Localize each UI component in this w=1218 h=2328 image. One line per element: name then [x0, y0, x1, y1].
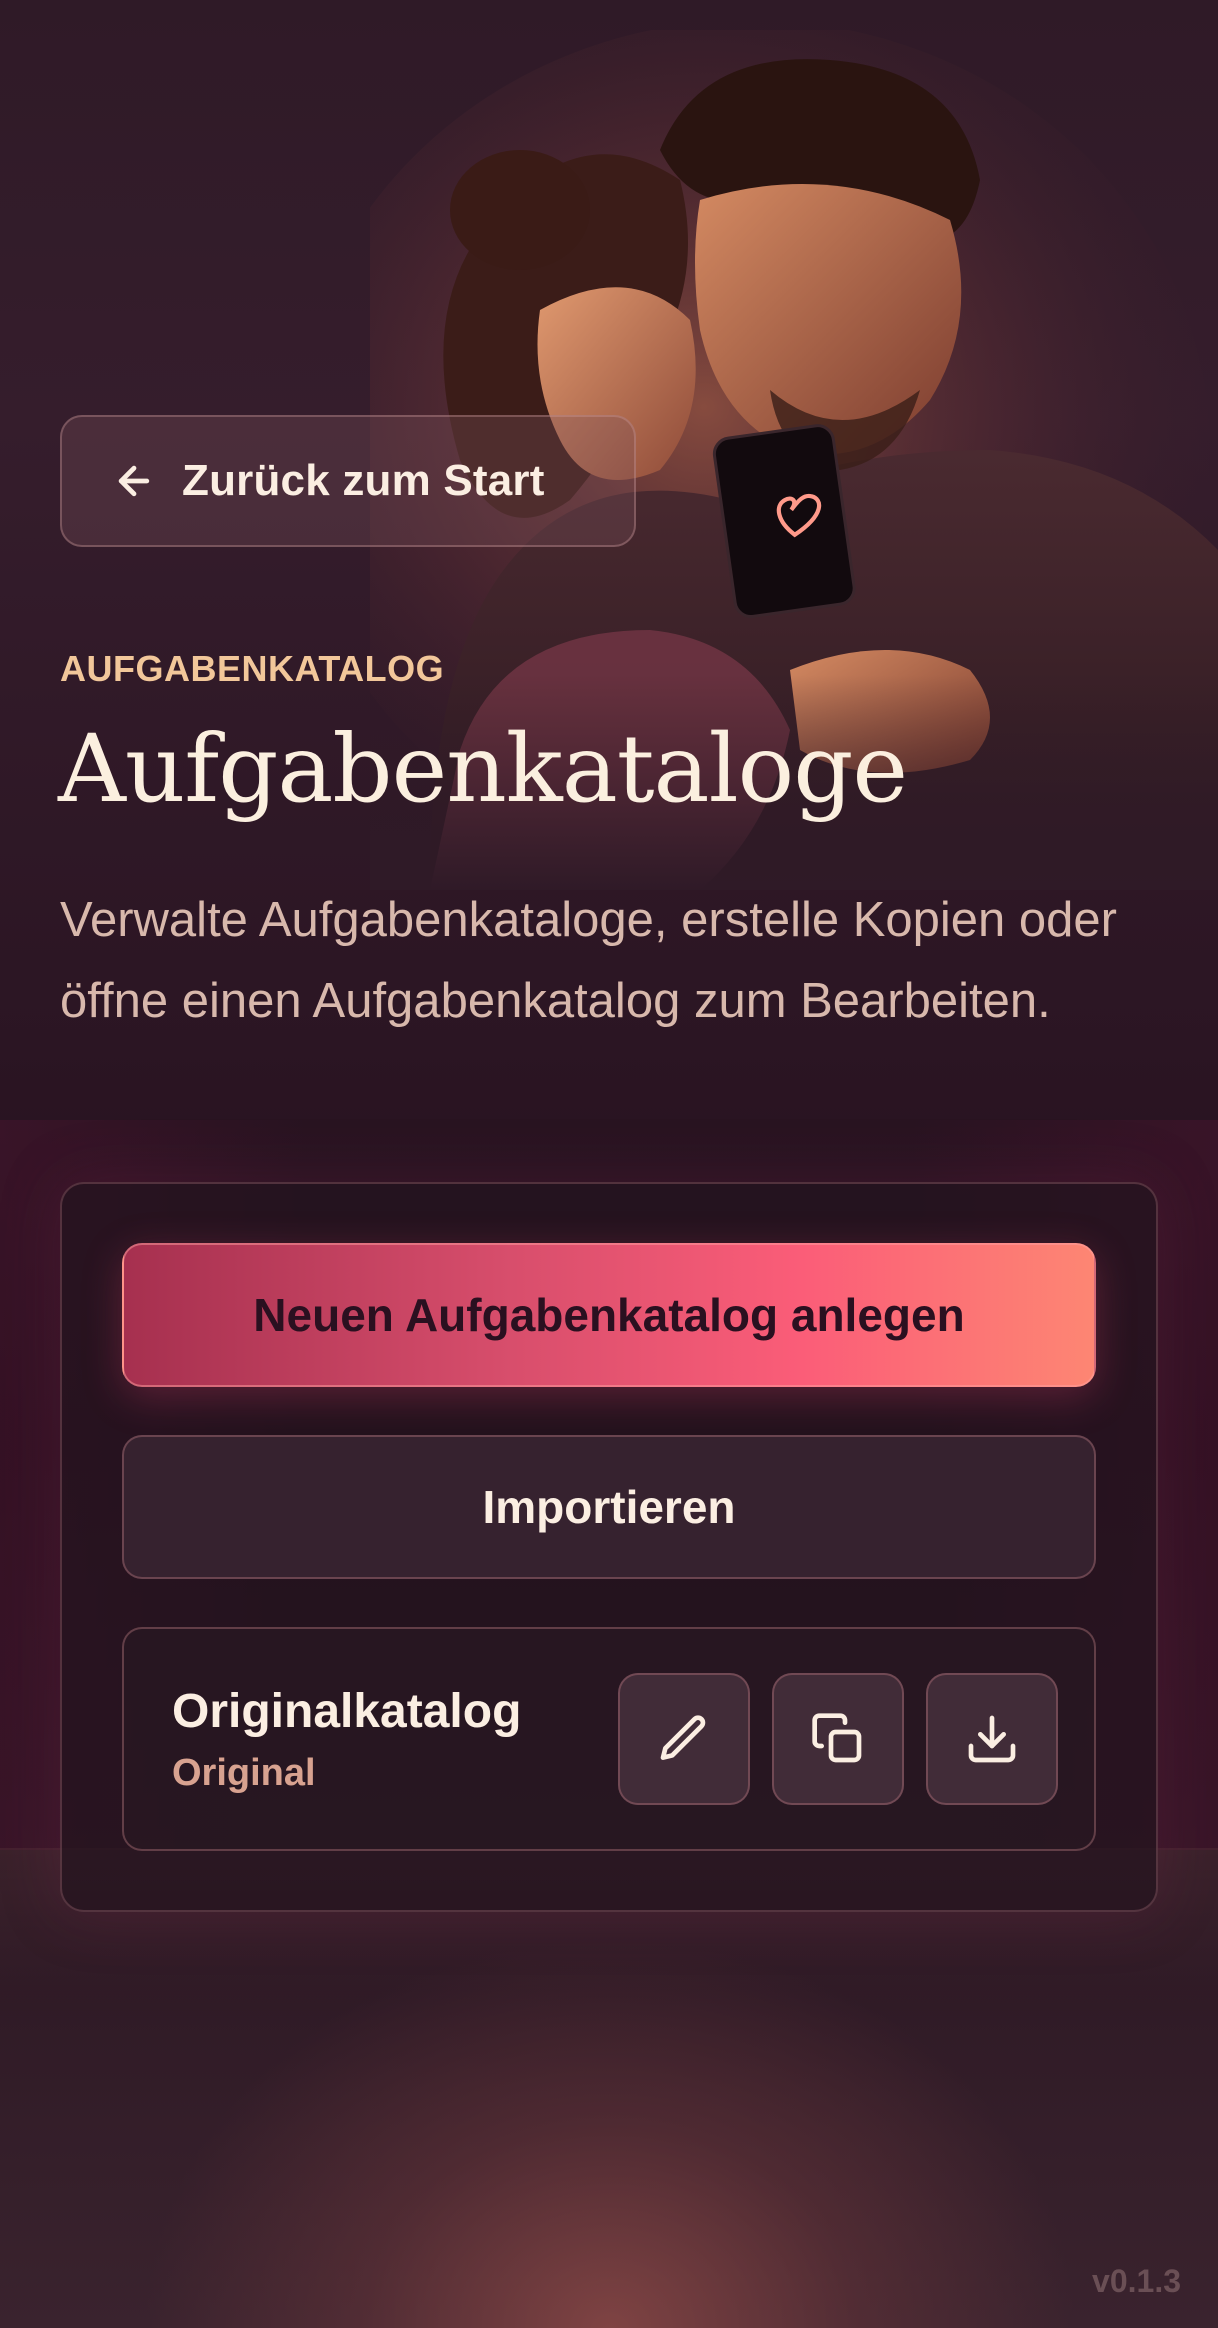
page-title: Aufgabenkataloge [58, 715, 908, 824]
section-eyebrow: AUFGABENKATALOG [60, 648, 445, 689]
download-icon [968, 1715, 1016, 1763]
export-catalog-button[interactable] [926, 1673, 1058, 1805]
back-to-start-button[interactable]: Zurück zum Start [60, 415, 636, 547]
edit-catalog-button[interactable] [618, 1673, 750, 1805]
app-version: v0.1.3 [1092, 2263, 1181, 2299]
catalog-name: Originalkatalog [172, 1685, 522, 1738]
background-floor-glow [0, 1848, 1218, 2328]
copy-icon [812, 1713, 862, 1763]
back-button-label: Zurück zum Start [182, 456, 545, 505]
create-catalog-button[interactable]: Neuen Aufgabenkatalog anlegen [122, 1243, 1096, 1387]
import-button[interactable]: Importieren [122, 1435, 1096, 1579]
edit-icon [660, 1715, 706, 1760]
arrow-left-icon [118, 465, 150, 497]
page-description: Verwalte Aufgabenkataloge, erstelle Kopi… [60, 893, 1117, 1028]
catalog-type: Original [172, 1752, 316, 1794]
copy-catalog-button[interactable] [772, 1673, 904, 1805]
